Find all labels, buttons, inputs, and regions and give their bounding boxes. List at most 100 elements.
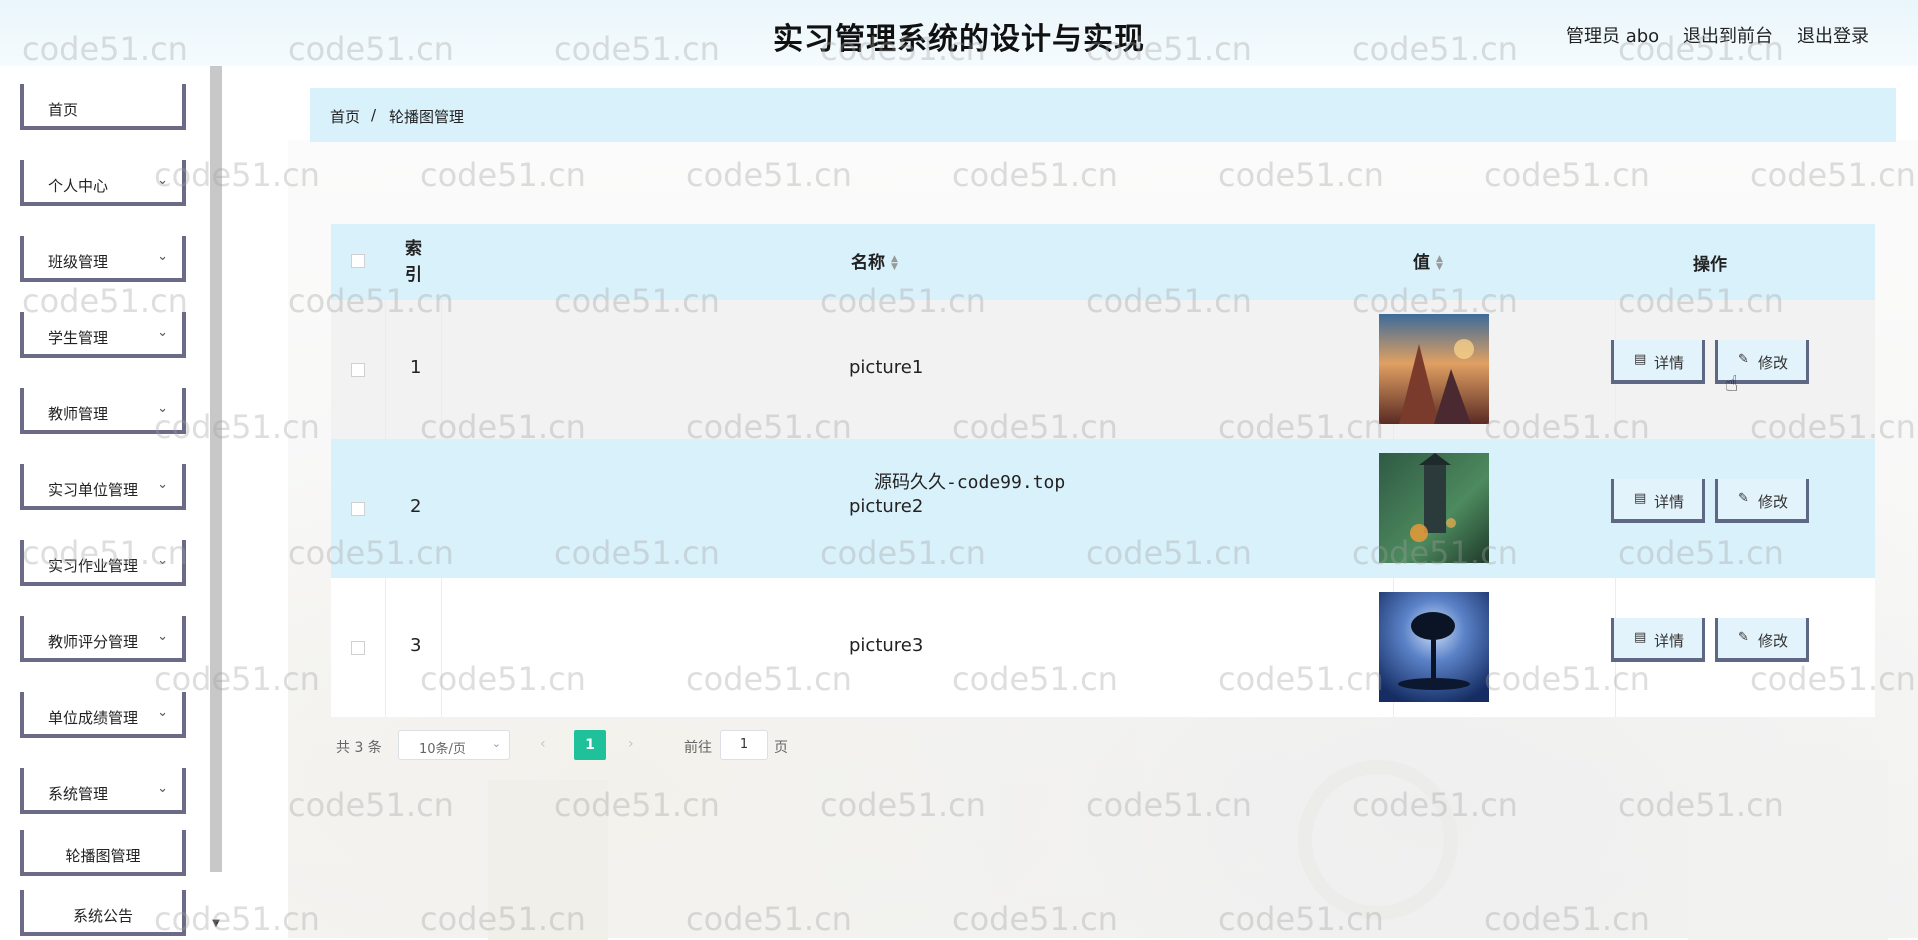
- detail-button-label: 详情: [1654, 354, 1685, 372]
- sidebar-item-label: 首页: [48, 101, 79, 119]
- logout-link[interactable]: 退出登录: [1797, 22, 1869, 48]
- row-name: picture2: [849, 496, 924, 517]
- edit-button-label: 修改: [1758, 493, 1789, 511]
- column-divider: [441, 300, 442, 439]
- sidebar-scrollbar[interactable]: [210, 66, 222, 872]
- column-divider: [385, 578, 386, 717]
- select-all-checkbox[interactable]: [351, 254, 365, 268]
- column-value[interactable]: 值 ▲ ▼: [1413, 248, 1446, 273]
- painting-icon[interactable]: [1379, 314, 1489, 424]
- background-shape: [488, 780, 608, 940]
- sidebar-item-carousel[interactable]: 轮播图管理: [20, 830, 186, 876]
- document-icon: ▤: [1634, 630, 1647, 645]
- chevron-down-icon: ⌄: [157, 249, 168, 264]
- top-header: 实习管理系统的设计与实现 管理员 abo 退出到前台 退出登录: [0, 0, 1918, 66]
- table-header: 索 引 名称 ▲ ▼ 值 ▲ ▼ 操作: [331, 224, 1875, 300]
- breadcrumb: 首页 / 轮播图管理: [310, 88, 1896, 142]
- breadcrumb-separator: /: [371, 106, 377, 124]
- sidebar-item-label: 教师评分管理: [48, 633, 139, 651]
- page-number-current[interactable]: 1: [574, 730, 606, 760]
- sidebar-item-system[interactable]: 系统管理 ⌄: [20, 768, 186, 814]
- table-row: 1 picture1 ▤ 详情 ✎ 修改: [331, 300, 1875, 439]
- sidebar-item-home[interactable]: 首页: [20, 84, 186, 130]
- detail-button[interactable]: ▤ 详情: [1611, 479, 1705, 523]
- detail-button-label: 详情: [1654, 632, 1685, 650]
- detail-button-label: 详情: [1654, 493, 1685, 511]
- chevron-down-icon: ⌄: [157, 705, 168, 720]
- detail-button[interactable]: ▤ 详情: [1611, 618, 1705, 662]
- sidebar-item-label: 实习作业管理: [48, 557, 139, 575]
- edit-button-label: 修改: [1758, 632, 1789, 650]
- sort-icon[interactable]: ▲ ▼: [1436, 255, 1446, 272]
- column-divider: [441, 578, 442, 717]
- castle-icon[interactable]: [1379, 453, 1489, 563]
- sidebar-item-teacher[interactable]: 教师管理 ⌄: [20, 388, 186, 434]
- row-checkbox[interactable]: [351, 363, 365, 377]
- table-row: 2 picture2 ▤ 详情 ✎ 修改: [331, 439, 1875, 578]
- back-to-front-link[interactable]: 退出到前台: [1683, 22, 1773, 48]
- chevron-down-icon: ⌄: [157, 553, 168, 568]
- next-page-icon[interactable]: ›: [628, 736, 634, 752]
- sidebar: 首页 个人中心 ⌄ 班级管理 ⌄ 学生管理 ⌄ 教师管理 ⌄ 实习单位管理 ⌄ …: [0, 66, 222, 938]
- breadcrumb-current: 轮播图管理: [389, 108, 465, 126]
- pencil-icon: ✎: [1738, 491, 1749, 506]
- scroll-down-icon[interactable]: ▼: [210, 918, 222, 929]
- row-name: picture3: [849, 635, 924, 656]
- row-name: picture1: [849, 357, 924, 378]
- column-name[interactable]: 名称 ▲ ▼: [851, 248, 901, 273]
- breadcrumb-home[interactable]: 首页: [330, 106, 360, 127]
- sidebar-item-internship-homework[interactable]: 实习作业管理 ⌄: [20, 540, 186, 586]
- row-index: 3: [410, 635, 422, 656]
- sidebar-item-label: 系统公告: [72, 907, 133, 925]
- column-actions: 操作: [1693, 255, 1727, 275]
- sidebar-item-announcement[interactable]: 系统公告: [20, 890, 186, 936]
- sidebar-item-personal-center[interactable]: 个人中心 ⌄: [20, 160, 186, 206]
- edit-button[interactable]: ✎ 修改: [1715, 618, 1809, 662]
- sidebar-item-student[interactable]: 学生管理 ⌄: [20, 312, 186, 358]
- overlay-watermark-text: 源码久久-code99.top: [874, 472, 1066, 493]
- pagination-total: 共 3 条: [336, 740, 382, 756]
- background-circle: [1298, 760, 1458, 920]
- document-icon: ▤: [1634, 491, 1647, 506]
- column-index: 索 引: [405, 239, 422, 285]
- chevron-down-icon: ⌄: [157, 173, 168, 188]
- sidebar-item-label: 单位成绩管理: [48, 709, 139, 727]
- hand-cursor-icon: ☝: [1725, 372, 1739, 397]
- chevron-down-icon: ⌄: [157, 781, 168, 796]
- document-icon: ▤: [1634, 352, 1647, 367]
- column-value-label: 值: [1413, 253, 1430, 273]
- sidebar-item-label: 系统管理: [48, 785, 109, 803]
- prev-page-icon[interactable]: ‹: [540, 736, 546, 752]
- page-size-value: 10条/页: [419, 742, 466, 757]
- goto-page-input[interactable]: 1: [720, 730, 768, 760]
- row-index: 2: [410, 496, 422, 517]
- edit-button[interactable]: ✎ 修改: [1715, 479, 1809, 523]
- edit-button-label: 修改: [1758, 354, 1789, 372]
- chevron-down-icon: ⌄: [491, 737, 501, 750]
- sidebar-item-teacher-score[interactable]: 教师评分管理 ⌄: [20, 616, 186, 662]
- chevron-down-icon: ⌄: [157, 401, 168, 416]
- sidebar-item-label: 学生管理: [48, 329, 109, 347]
- tree-icon[interactable]: [1379, 592, 1489, 702]
- sidebar-item-internship-unit[interactable]: 实习单位管理 ⌄: [20, 464, 186, 510]
- sidebar-item-class[interactable]: 班级管理 ⌄: [20, 236, 186, 282]
- sidebar-item-label: 班级管理: [48, 253, 109, 271]
- chevron-down-icon: ⌄: [157, 477, 168, 492]
- detail-button[interactable]: ▤ 详情: [1611, 340, 1705, 384]
- sidebar-item-label: 轮播图管理: [65, 847, 141, 865]
- table-row: 3 picture3 ▤ 详情 ✎ 修改: [331, 578, 1875, 717]
- column-name-label: 名称: [851, 253, 885, 273]
- row-index: 1: [410, 357, 422, 378]
- user-name: 管理员 abo: [1566, 26, 1660, 47]
- sidebar-item-label: 教师管理: [48, 405, 109, 423]
- sidebar-item-label: 实习单位管理: [48, 481, 139, 499]
- sidebar-item-unit-grade[interactable]: 单位成绩管理 ⌄: [20, 692, 186, 738]
- sort-icon[interactable]: ▲ ▼: [891, 255, 901, 272]
- row-checkbox[interactable]: [351, 641, 365, 655]
- chevron-down-icon: ⌄: [157, 629, 168, 644]
- background-shape: [1688, 760, 1888, 940]
- row-checkbox[interactable]: [351, 502, 365, 516]
- sidebar-item-label: 个人中心: [48, 177, 109, 195]
- pencil-icon: ✎: [1738, 630, 1749, 645]
- page-size-select[interactable]: 10条/页 ⌄: [398, 730, 510, 760]
